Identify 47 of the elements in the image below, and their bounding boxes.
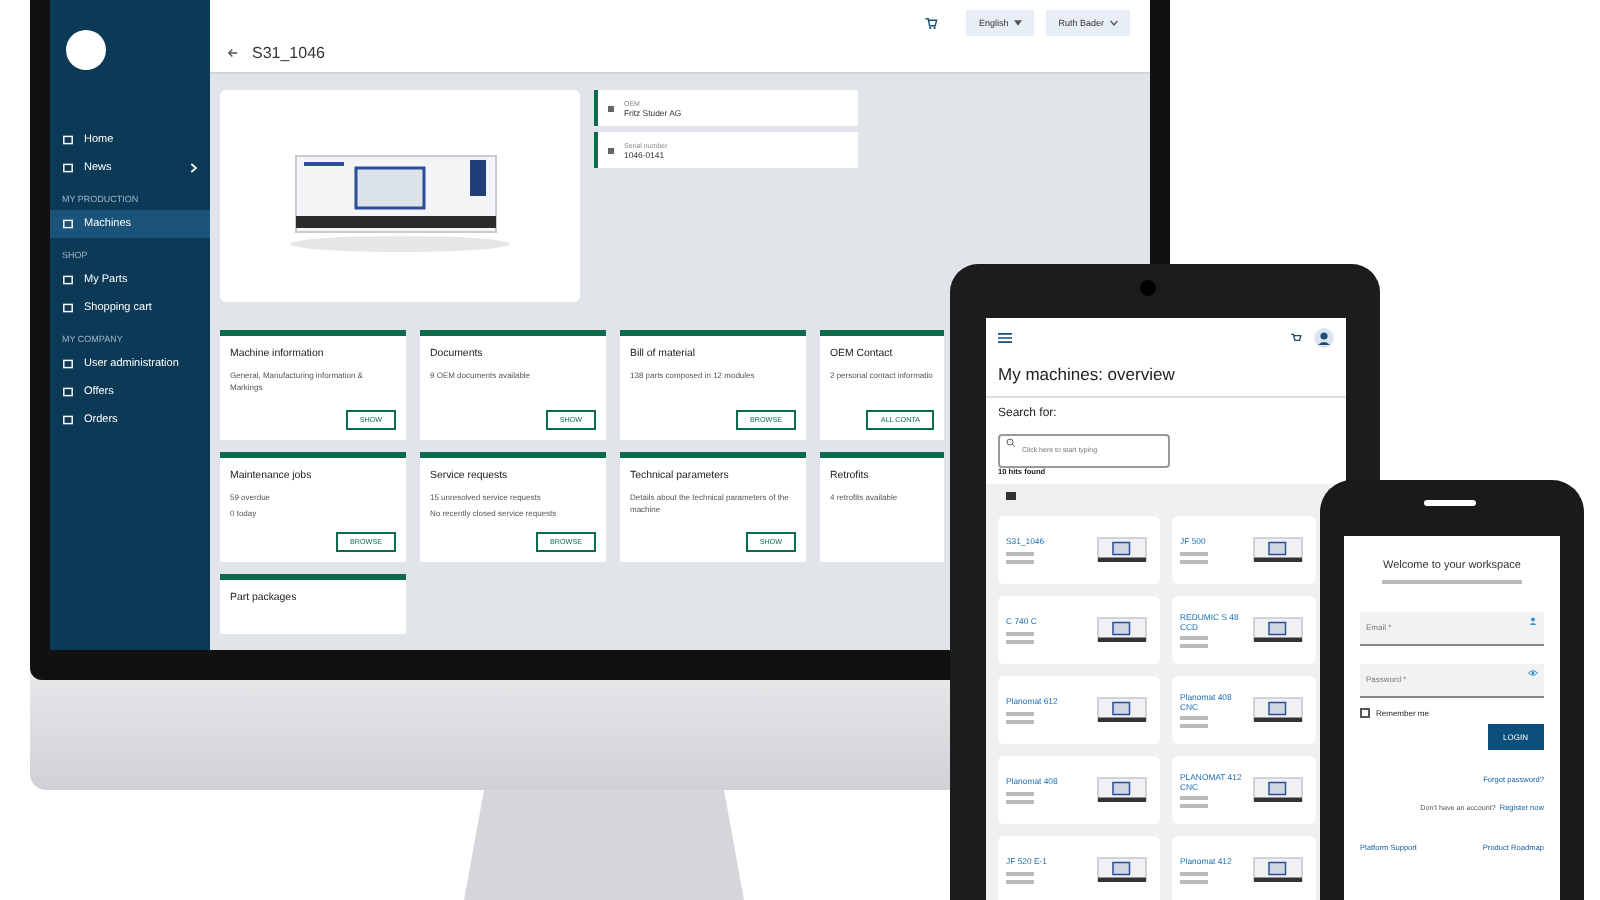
blurred-detail (1180, 559, 1208, 564)
blurred-detail (1180, 551, 1208, 556)
blurred-detail (1180, 644, 1208, 649)
blurred-detail (1006, 639, 1034, 644)
blurred-detail (1180, 724, 1208, 729)
search-icon (1006, 438, 1016, 448)
caret-icon (1014, 20, 1023, 27)
menu-item-icon (62, 218, 74, 230)
page-title: My machines: overview (986, 358, 1346, 398)
info-icon (606, 145, 616, 155)
blurred-detail (1006, 551, 1034, 556)
eye-icon (1528, 668, 1538, 678)
cart-icon[interactable] (924, 16, 939, 30)
blurred-detail (1006, 799, 1034, 804)
person-icon (1528, 616, 1538, 626)
blurred-detail (1006, 871, 1034, 876)
blurred-detail (1006, 719, 1034, 724)
blurred-detail (1180, 796, 1208, 801)
menu-item-icon (62, 386, 74, 398)
menu-item-icon (62, 358, 74, 370)
page-title: S31_1046 (252, 44, 325, 62)
speaker-icon (1424, 500, 1476, 506)
blurred-detail (1006, 791, 1034, 796)
menu-item-icon (62, 162, 74, 174)
cart-icon[interactable] (1290, 332, 1302, 344)
menu-icon[interactable] (998, 332, 1012, 344)
blurred-detail (1006, 559, 1034, 564)
menu-item-icon (62, 414, 74, 426)
menu-item-icon (62, 302, 74, 314)
avatar-icon[interactable] (1314, 328, 1334, 348)
blurred-detail (1180, 804, 1208, 809)
blurred-detail (1180, 879, 1208, 884)
chevron-down-icon (1110, 20, 1118, 27)
remember-checkbox[interactable] (1360, 708, 1370, 718)
menu-item-icon (62, 134, 74, 146)
camera-icon (1140, 280, 1156, 296)
logo-icon (66, 30, 106, 70)
blurred-detail (1006, 631, 1034, 636)
blurred-detail (1180, 716, 1208, 721)
info-icon (606, 103, 616, 113)
blurred-detail (1180, 871, 1208, 876)
blurred-detail (1180, 636, 1208, 641)
blurred-detail (1006, 711, 1034, 716)
menu-item-icon (62, 274, 74, 286)
back-arrow-icon[interactable] (226, 46, 240, 60)
blurred-detail (1006, 879, 1034, 884)
chevron-icon (190, 162, 198, 174)
